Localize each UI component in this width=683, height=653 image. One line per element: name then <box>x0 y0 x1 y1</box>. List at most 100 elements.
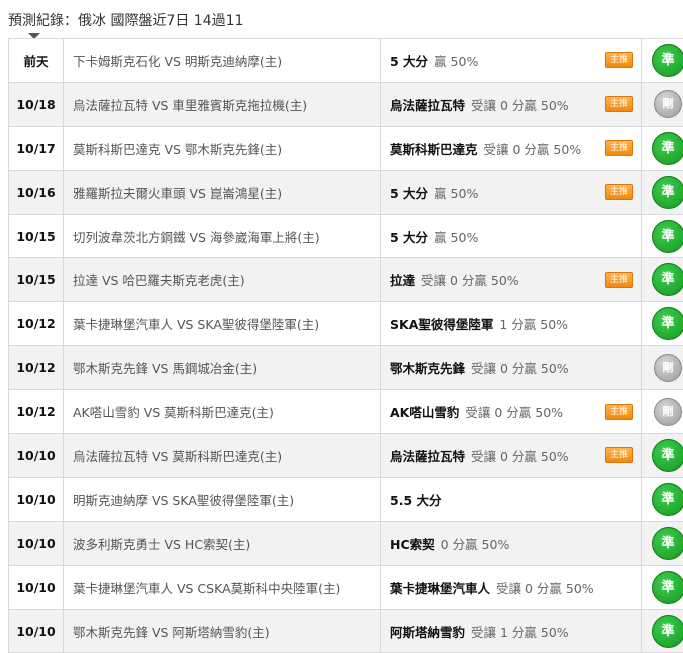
win-result-badge: 準 <box>652 220 683 253</box>
featured-pick-tag: 主推 <box>605 52 633 68</box>
win-result-badge: 準 <box>652 263 683 296</box>
record-match[interactable]: 烏法薩拉瓦特 VS 車里雅賓斯克拖拉機(主) <box>64 82 381 126</box>
record-pick: SKA聖彼得堡陸軍1 分贏 50% <box>381 302 642 346</box>
record-date: 10/16 <box>9 170 64 214</box>
record-date: 10/15 <box>9 258 64 302</box>
record-pick: 烏法薩拉瓦特受讓 0 分贏 50% 主推 <box>381 82 642 126</box>
record-date: 10/12 <box>9 302 64 346</box>
record-result: 準 <box>642 434 683 478</box>
record-match[interactable]: 葉卡捷琳堡汽車人 VS CSKA莫斯科中央陸軍(主) <box>64 565 381 609</box>
record-result: 準 <box>642 609 683 653</box>
win-result-badge: 準 <box>652 439 683 472</box>
pick-team: 拉達 <box>390 273 415 288</box>
featured-pick-tag: 主推 <box>605 184 633 200</box>
record-match[interactable]: 莫斯科斯巴達克 VS 鄂木斯克先鋒(主) <box>64 126 381 170</box>
record-result: 剛 <box>642 346 683 390</box>
pick-detail: 受讓 0 分贏 50% <box>484 142 582 157</box>
records-body: 前天下卡姆斯克石化 VS 明斯克迪納摩(主)5 大分贏 50%主推準10/18烏… <box>9 39 683 653</box>
record-match[interactable]: AK嗒山雪豹 VS 莫斯科斯巴達克(主) <box>64 390 381 434</box>
pick-team: 5 大分 <box>390 230 428 245</box>
record-pick: 拉達受讓 0 分贏 50% 主推 <box>381 258 642 302</box>
record-date: 10/10 <box>9 434 64 478</box>
record-row: 10/10明斯克迪納摩 VS SKA聖彼得堡陸軍(主)5.5 大分準 <box>9 477 683 521</box>
record-row: 10/10波多利斯克勇士 VS HC索契(主)HC索契0 分贏 50%準 <box>9 521 683 565</box>
record-pick: 葉卡捷琳堡汽車人受讓 0 分贏 50% <box>381 565 642 609</box>
win-result-badge: 準 <box>652 307 683 340</box>
record-pick: HC索契0 分贏 50% <box>381 521 642 565</box>
push-result-badge: 剛 <box>654 354 682 382</box>
record-match[interactable]: 烏法薩拉瓦特 VS 莫斯科斯巴達克(主) <box>64 434 381 478</box>
record-result: 剛 <box>642 82 683 126</box>
pick-detail: 受讓 0 分贏 50% <box>471 98 569 113</box>
record-match[interactable]: 切列波韋茨北方鋼鐵 VS 海參崴海軍上將(主) <box>64 214 381 258</box>
record-date: 10/12 <box>9 390 64 434</box>
record-row: 10/18烏法薩拉瓦特 VS 車里雅賓斯克拖拉機(主)烏法薩拉瓦特受讓 0 分贏… <box>9 82 683 126</box>
record-match[interactable]: 波多利斯克勇士 VS HC索契(主) <box>64 521 381 565</box>
win-result-badge: 準 <box>652 44 683 77</box>
pick-team: AK嗒山雪豹 <box>390 405 459 420</box>
record-pick: 5 大分贏 50% 主推 <box>381 170 642 214</box>
record-date: 前天 <box>9 39 64 83</box>
push-result-badge: 剛 <box>654 398 682 426</box>
record-result: 準 <box>642 521 683 565</box>
record-pick: 阿斯塔納雪豹受讓 1 分贏 50% <box>381 609 642 653</box>
win-result-badge: 準 <box>652 615 683 648</box>
record-pick: AK嗒山雪豹受讓 0 分贏 50% 主推 <box>381 390 642 434</box>
record-date: 10/15 <box>9 214 64 258</box>
record-pick: 5 大分贏 50% <box>381 214 642 258</box>
featured-pick-tag: 主推 <box>605 96 633 112</box>
pick-detail: 受讓 0 分贏 50% <box>496 581 594 596</box>
push-result-badge: 剛 <box>654 90 682 118</box>
record-result: 準 <box>642 258 683 302</box>
pick-team: 5 大分 <box>390 54 428 69</box>
record-match[interactable]: 鄂木斯克先鋒 VS 阿斯塔納雪豹(主) <box>64 609 381 653</box>
record-result: 準 <box>642 477 683 521</box>
record-row: 10/15切列波韋茨北方鋼鐵 VS 海參崴海軍上將(主)5 大分贏 50% 準 <box>9 214 683 258</box>
pick-detail: 受讓 0 分贏 50% <box>471 449 569 464</box>
pick-team: 5 大分 <box>390 186 428 201</box>
pick-team: 鄂木斯克先鋒 <box>390 361 465 376</box>
record-row: 10/12鄂木斯克先鋒 VS 馬鋼城冶金(主)鄂木斯克先鋒受讓 0 分贏 50%… <box>9 346 683 390</box>
record-pick: 鄂木斯克先鋒受讓 0 分贏 50% <box>381 346 642 390</box>
record-result: 準 <box>642 170 683 214</box>
record-match[interactable]: 葉卡捷琳堡汽車人 VS SKA聖彼得堡陸軍(主) <box>64 302 381 346</box>
featured-pick-tag: 主推 <box>605 447 633 463</box>
record-match[interactable]: 雅羅斯拉夫爾火車頭 VS 崑崙鴻星(主) <box>64 170 381 214</box>
record-date: 10/18 <box>9 82 64 126</box>
pick-team: 烏法薩拉瓦特 <box>390 98 465 113</box>
record-row: 10/15拉達 VS 哈巴羅夫斯克老虎(主) 拉達受讓 0 分贏 50% 主推 準 <box>9 258 683 302</box>
pick-team: 阿斯塔納雪豹 <box>390 625 465 640</box>
page-header: 預測紀錄：俄冰 國際盤近7日 14過11 <box>0 0 683 38</box>
featured-pick-tag: 主推 <box>605 404 633 420</box>
win-result-badge: 準 <box>652 176 683 209</box>
record-pick: 5.5 大分 <box>381 477 642 521</box>
record-pick: 烏法薩拉瓦特受讓 0 分贏 50% 主推 <box>381 434 642 478</box>
win-result-badge: 準 <box>652 571 683 604</box>
record-result: 準 <box>642 39 683 83</box>
pick-detail: 贏 50% <box>434 186 478 201</box>
prediction-records-table: 前天下卡姆斯克石化 VS 明斯克迪納摩(主)5 大分贏 50%主推準10/18烏… <box>8 38 683 653</box>
pick-team: 5.5 大分 <box>390 493 442 508</box>
record-row: 10/10烏法薩拉瓦特 VS 莫斯科斯巴達克(主)烏法薩拉瓦特受讓 0 分贏 5… <box>9 434 683 478</box>
record-pick: 5 大分贏 50%主推 <box>381 39 642 83</box>
record-result: 準 <box>642 565 683 609</box>
featured-pick-tag: 主推 <box>605 272 633 288</box>
record-result: 準 <box>642 126 683 170</box>
pick-team: 烏法薩拉瓦特 <box>390 449 465 464</box>
record-row: 10/16雅羅斯拉夫爾火車頭 VS 崑崙鴻星(主) 5 大分贏 50% 主推 準 <box>9 170 683 214</box>
pick-detail: 受讓 0 分贏 50% <box>465 405 563 420</box>
record-match[interactable]: 下卡姆斯克石化 VS 明斯克迪納摩(主) <box>64 39 381 83</box>
pick-detail: 0 分贏 50% <box>441 537 510 552</box>
pick-detail: 受讓 0 分贏 50% <box>421 273 519 288</box>
pick-team: SKA聖彼得堡陸軍 <box>390 317 493 332</box>
record-match[interactable]: 拉達 VS 哈巴羅夫斯克老虎(主) <box>64 258 381 302</box>
pick-team: 莫斯科斯巴達克 <box>390 142 478 157</box>
featured-pick-tag: 主推 <box>605 140 633 156</box>
record-result: 準 <box>642 214 683 258</box>
win-result-badge: 準 <box>652 483 683 516</box>
record-row: 10/10葉卡捷琳堡汽車人 VS CSKA莫斯科中央陸軍(主)葉卡捷琳堡汽車人受… <box>9 565 683 609</box>
record-match[interactable]: 鄂木斯克先鋒 VS 馬鋼城冶金(主) <box>64 346 381 390</box>
record-match[interactable]: 明斯克迪納摩 VS SKA聖彼得堡陸軍(主) <box>64 477 381 521</box>
record-row: 10/12葉卡捷琳堡汽車人 VS SKA聖彼得堡陸軍(主)SKA聖彼得堡陸軍1 … <box>9 302 683 346</box>
record-pick: 莫斯科斯巴達克受讓 0 分贏 50% 主推 <box>381 126 642 170</box>
